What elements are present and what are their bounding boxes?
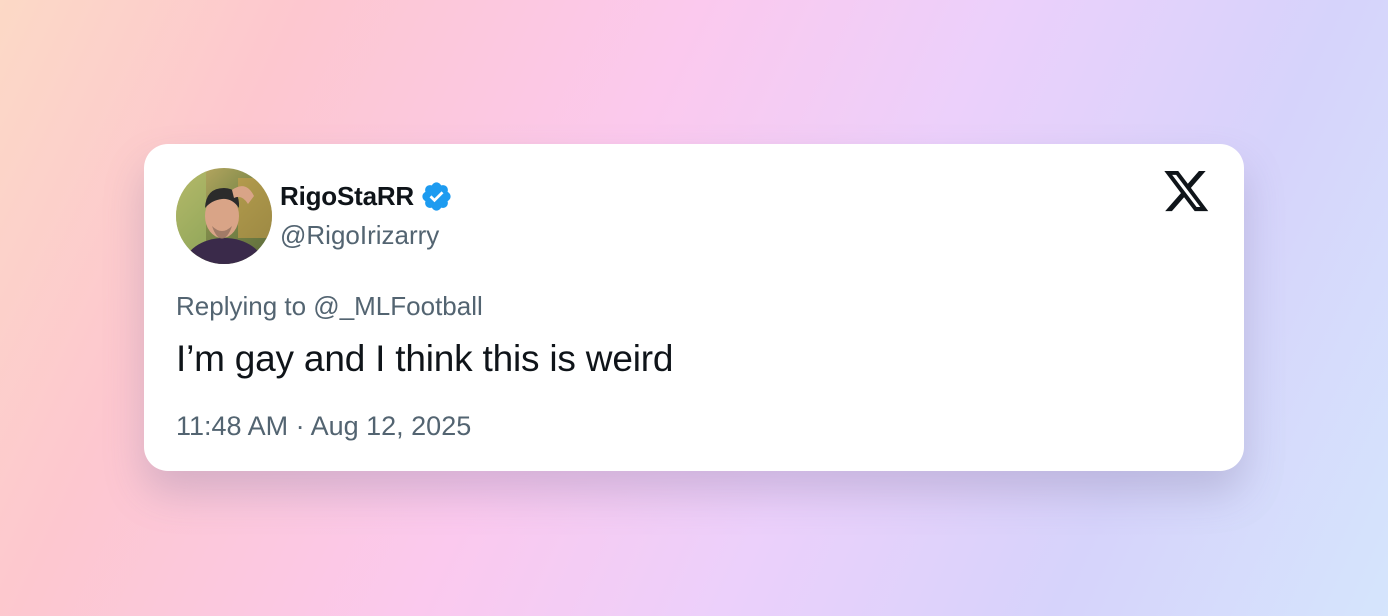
x-logo-icon[interactable] (1164, 171, 1210, 213)
verified-badge-icon (420, 180, 453, 213)
tweet-text: I’m gay and I think this is weird (176, 338, 674, 379)
avatar[interactable] (176, 168, 272, 264)
avatar-image (176, 168, 272, 264)
tweet-timestamp[interactable]: 11:48 AM · Aug 12, 2025 (176, 411, 471, 442)
author-handle[interactable]: @RigoIrizarry (280, 220, 439, 251)
replying-to-label: Replying to @_MLFootball (176, 291, 483, 321)
display-name[interactable]: RigoStaRR (280, 181, 414, 212)
author-name-row: RigoStaRR (280, 178, 453, 214)
tweet-card: RigoStaRR @RigoIrizarry Replying to @_ML… (144, 144, 1244, 471)
